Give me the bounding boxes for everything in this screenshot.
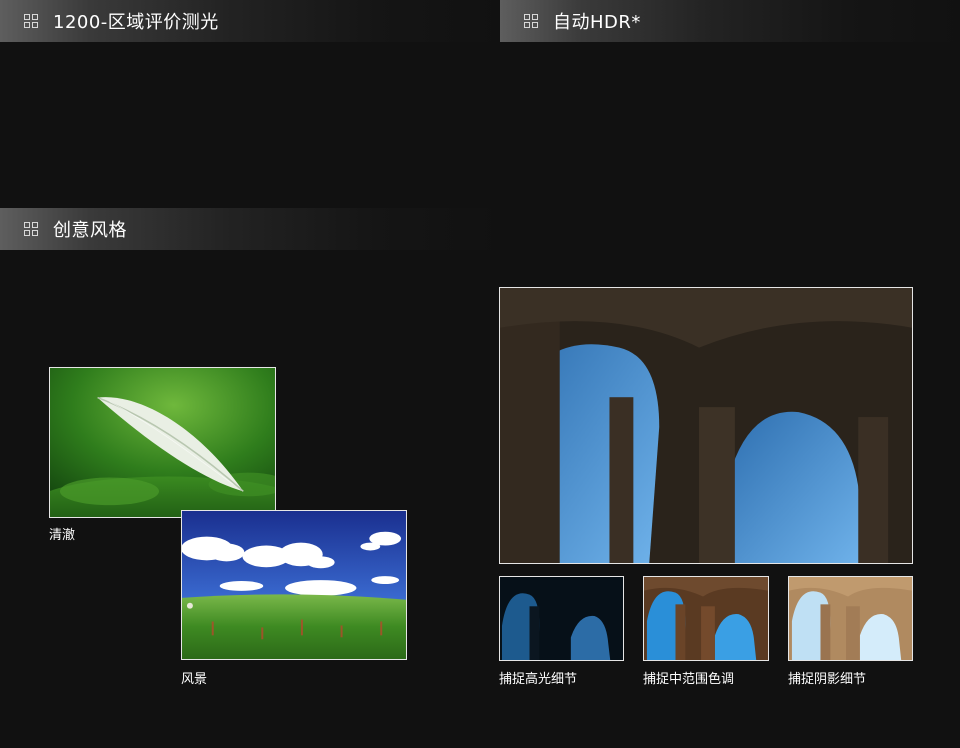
grid-icon — [524, 14, 538, 28]
hdr-main-photo — [499, 287, 913, 564]
grid-icon — [24, 14, 38, 28]
hdr-highlight-photo — [499, 576, 624, 661]
section-title-creative: 创意风格 — [53, 220, 127, 241]
grid-icon — [24, 222, 38, 236]
hdr-midrange-photo — [643, 576, 769, 661]
caption-clear: 清澈 — [49, 528, 76, 543]
caption-landscape: 风景 — [181, 672, 208, 687]
caption-shadow: 捕捉阴影细节 — [788, 672, 867, 687]
feather-photo — [49, 367, 276, 518]
caption-highlight: 捕捉高光细节 — [499, 672, 578, 687]
hdr-shadow-photo — [788, 576, 913, 661]
section-header-creative: 创意风格 — [0, 208, 500, 250]
landscape-photo — [181, 510, 407, 660]
caption-midrange: 捕捉中范围色调 — [643, 672, 735, 687]
section-header-hdr: 自动HDR* — [500, 0, 960, 42]
section-title-hdr: 自动HDR* — [553, 12, 641, 33]
section-title-metering: 1200-区域评价测光 — [53, 12, 219, 33]
section-header-metering: 1200-区域评价测光 — [0, 0, 500, 42]
